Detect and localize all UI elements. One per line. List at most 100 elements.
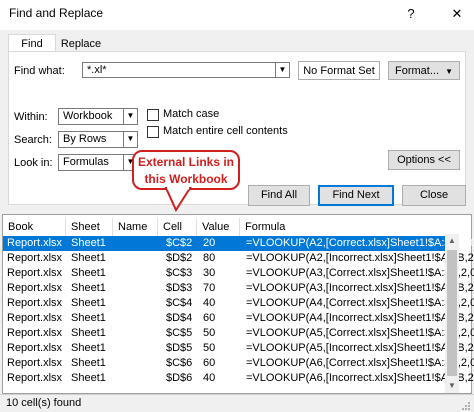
match-case-label: Match case xyxy=(163,108,220,120)
cell-sheet: Sheet1 xyxy=(71,372,106,384)
table-row[interactable]: Report.xlsx Sheet1 $D$4 60 =VLOOKUP(A4,[… xyxy=(3,311,474,326)
table-row[interactable]: Report.xlsx Sheet1 $D$5 50 =VLOOKUP(A5,[… xyxy=(3,341,474,356)
format-button[interactable]: Format... ▼ xyxy=(388,61,460,80)
scrollbar-thumb[interactable] xyxy=(447,250,457,376)
chevron-down-icon[interactable]: ▼ xyxy=(123,132,137,147)
cell-book: Report.xlsx xyxy=(7,252,63,264)
table-row[interactable]: Report.xlsx Sheet1 $C$6 60 =VLOOKUP(A6,[… xyxy=(3,356,474,371)
column-header-sheet[interactable]: Sheet xyxy=(67,218,113,236)
chevron-down-icon[interactable]: ▼ xyxy=(275,63,289,77)
look-in-value: Formulas xyxy=(63,156,109,168)
cell-formula: =VLOOKUP(A4,[Correct.xlsx]Sheet1!$A:$B,2… xyxy=(246,297,474,309)
cell-value: 20 xyxy=(203,237,216,249)
cell-value: 50 xyxy=(203,327,216,339)
table-row[interactable]: Report.xlsx Sheet1 $D$3 70 =VLOOKUP(A3,[… xyxy=(3,281,474,296)
column-header-formula[interactable]: Formula xyxy=(241,218,441,236)
table-row[interactable]: Report.xlsx Sheet1 $D$6 40 =VLOOKUP(A6,[… xyxy=(3,371,474,386)
search-select[interactable]: By Rows ▼ xyxy=(58,131,138,148)
cell-address: $C$3 xyxy=(166,267,193,279)
vertical-scrollbar[interactable]: ▲ ▼ xyxy=(445,234,459,393)
options-button[interactable]: Options << xyxy=(388,150,460,170)
cell-value: 60 xyxy=(203,357,216,369)
find-what-value: *.xl* xyxy=(87,64,107,76)
table-row[interactable]: Report.xlsx Sheet1 $D$2 80 =VLOOKUP(A2,[… xyxy=(3,251,474,266)
tab-replace[interactable]: Replace xyxy=(56,36,106,52)
find-all-button[interactable]: Find All xyxy=(248,185,310,206)
table-row[interactable]: Report.xlsx Sheet1 $C$3 30 =VLOOKUP(A3,[… xyxy=(3,266,474,281)
close-button[interactable]: Close xyxy=(402,185,466,206)
look-in-label: Look in: xyxy=(14,157,53,169)
callout-line-1: External Links in xyxy=(137,155,235,169)
cell-book: Report.xlsx xyxy=(7,312,63,324)
find-next-button[interactable]: Find Next xyxy=(318,185,394,206)
status-text: 10 cell(s) found xyxy=(6,397,82,409)
cell-book: Report.xlsx xyxy=(7,297,63,309)
chevron-down-icon[interactable]: ▼ xyxy=(445,379,459,393)
cell-address: $C$2 xyxy=(166,237,193,249)
help-icon[interactable]: ? xyxy=(400,4,422,24)
cell-book: Report.xlsx xyxy=(7,327,63,339)
cell-sheet: Sheet1 xyxy=(71,357,106,369)
cell-book: Report.xlsx xyxy=(7,237,63,249)
resize-grip-icon[interactable] xyxy=(460,400,472,412)
cell-book: Report.xlsx xyxy=(7,282,63,294)
column-header-cell[interactable]: Cell xyxy=(159,218,197,236)
look-in-select[interactable]: Formulas ▼ xyxy=(58,154,138,171)
cell-book: Report.xlsx xyxy=(7,372,63,384)
cell-formula: =VLOOKUP(A4,[Incorrect.xlsx]Sheet1!$A:$B… xyxy=(246,312,474,324)
cell-value: 30 xyxy=(203,267,216,279)
table-row[interactable]: Report.xlsx Sheet1 $C$2 20 =VLOOKUP(A2,[… xyxy=(3,236,474,251)
cell-formula: =VLOOKUP(A3,[Incorrect.xlsx]Sheet1!$A:$B… xyxy=(246,282,474,294)
cell-address: $D$6 xyxy=(166,372,193,384)
table-row[interactable]: Report.xlsx Sheet1 $C$4 40 =VLOOKUP(A4,[… xyxy=(3,296,474,311)
column-header-name[interactable]: Name xyxy=(114,218,158,236)
cell-formula: =VLOOKUP(A3,[Correct.xlsx]Sheet1!$A:$B,2… xyxy=(246,267,474,279)
cell-address: $D$2 xyxy=(166,252,193,264)
within-value: Workbook xyxy=(63,110,113,122)
window-title: Find and Replace xyxy=(9,6,104,20)
chevron-up-icon[interactable]: ▲ xyxy=(445,234,459,248)
match-case-checkbox[interactable] xyxy=(147,109,159,121)
cell-formula: =VLOOKUP(A2,[Correct.xlsx]Sheet1!$A:$B,2… xyxy=(246,237,474,249)
cell-value: 80 xyxy=(203,252,216,264)
cell-sheet: Sheet1 xyxy=(71,327,106,339)
cell-sheet: Sheet1 xyxy=(71,342,106,354)
column-header-book[interactable]: Book xyxy=(4,218,66,236)
search-label: Search: xyxy=(14,134,52,146)
no-format-set-preview: No Format Set xyxy=(298,61,380,80)
cell-address: $D$3 xyxy=(166,282,193,294)
cell-sheet: Sheet1 xyxy=(71,282,106,294)
cell-formula: =VLOOKUP(A6,[Correct.xlsx]Sheet1!$A:$B,2… xyxy=(246,357,474,369)
cell-sheet: Sheet1 xyxy=(71,252,106,264)
cell-address: $D$5 xyxy=(166,342,193,354)
cell-value: 40 xyxy=(203,297,216,309)
cell-book: Report.xlsx xyxy=(7,342,63,354)
table-row[interactable]: Report.xlsx Sheet1 $C$5 50 =VLOOKUP(A5,[… xyxy=(3,326,474,341)
chevron-down-icon[interactable]: ▼ xyxy=(123,109,137,124)
match-entire-label: Match entire cell contents xyxy=(163,125,288,137)
search-value: By Rows xyxy=(63,133,107,145)
cell-address: $D$4 xyxy=(166,312,193,324)
cell-address: $C$5 xyxy=(166,327,193,339)
cell-book: Report.xlsx xyxy=(7,357,63,369)
cell-value: 70 xyxy=(203,282,216,294)
cell-sheet: Sheet1 xyxy=(71,237,106,249)
format-button-label: Format... xyxy=(395,65,440,77)
cell-formula: =VLOOKUP(A6,[Incorrect.xlsx]Sheet1!$A:$B… xyxy=(246,372,474,384)
cell-sheet: Sheet1 xyxy=(71,297,106,309)
match-entire-checkbox[interactable] xyxy=(147,126,159,138)
find-what-input[interactable]: *.xl* ▼ xyxy=(82,62,290,78)
cell-value: 60 xyxy=(203,312,216,324)
column-header-value[interactable]: Value xyxy=(198,218,240,236)
chevron-down-icon: ▼ xyxy=(445,67,453,76)
cell-value: 50 xyxy=(203,342,216,354)
cell-address: $C$4 xyxy=(166,297,193,309)
close-icon[interactable]: ✕ xyxy=(446,4,468,24)
cell-value: 40 xyxy=(203,372,216,384)
find-what-label: Find what: xyxy=(14,65,65,77)
callout-pointer xyxy=(164,186,192,212)
cell-sheet: Sheet1 xyxy=(71,312,106,324)
cell-formula: =VLOOKUP(A5,[Correct.xlsx]Sheet1!$A:$B,2… xyxy=(246,327,474,339)
within-select[interactable]: Workbook ▼ xyxy=(58,108,138,125)
annotation-callout: External Links in this Workbook xyxy=(132,150,240,190)
